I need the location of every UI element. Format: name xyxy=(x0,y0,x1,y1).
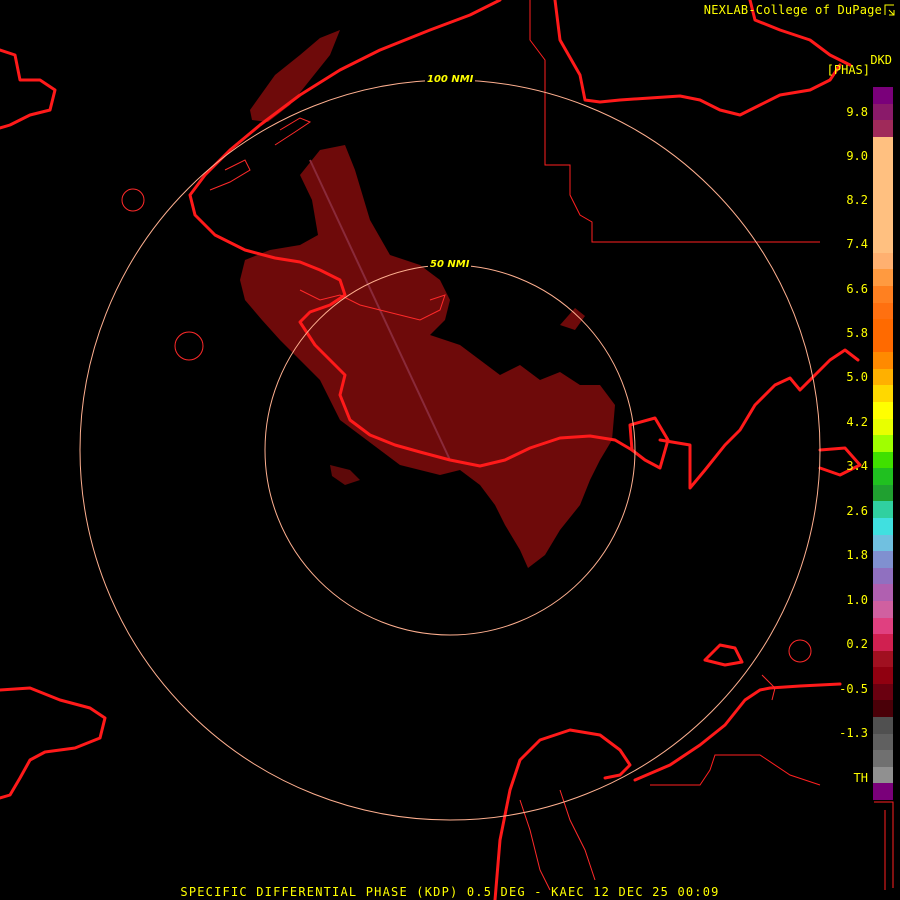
legend-tick: 1.0 xyxy=(846,593,868,607)
color-bar-swatch xyxy=(873,285,893,303)
color-bar-swatch xyxy=(873,435,893,452)
range-ring-50-label: 50 NMI xyxy=(428,259,472,270)
color-bar-swatch xyxy=(873,600,893,618)
legend-tick: -1.3 xyxy=(839,726,868,740)
color-bar-swatch xyxy=(873,269,893,286)
legend-tick: 4.2 xyxy=(846,415,868,429)
color-bar-swatch xyxy=(873,120,893,137)
credit-label: NEXLAB-College of DuPage xyxy=(703,3,882,17)
color-bar-swatch xyxy=(873,87,893,104)
legend-tick: 7.4 xyxy=(846,237,868,251)
legend-tick: 5.8 xyxy=(846,326,868,340)
legend-tick: 6.6 xyxy=(846,282,868,296)
color-bar-swatch xyxy=(873,418,893,436)
color-bar-swatch xyxy=(873,136,893,154)
color-bar-swatch xyxy=(873,335,893,353)
color-bar-swatch xyxy=(873,518,893,535)
product-caption: SPECIFIC DIFFERENTIAL PHASE (KDP) 0.5 DE… xyxy=(180,885,720,899)
color-bar-swatch xyxy=(873,634,893,651)
color-bar-swatch xyxy=(873,534,893,552)
color-bar-swatch xyxy=(873,584,893,601)
color-bar-swatch xyxy=(873,567,893,585)
legend-tick: 3.4 xyxy=(846,459,868,473)
color-bar-swatch xyxy=(873,236,893,253)
legend-tick: 9.8 xyxy=(846,105,868,119)
color-bar-swatch xyxy=(873,252,893,270)
color-bar-swatch xyxy=(873,219,893,237)
legend-tick: 5.0 xyxy=(846,370,868,384)
color-bar-swatch xyxy=(873,352,893,369)
color-bar-swatch xyxy=(873,617,893,635)
legend-tick: 1.8 xyxy=(846,548,868,562)
legend-tick: -0.5 xyxy=(839,682,868,696)
legend-tick: 8.2 xyxy=(846,193,868,207)
color-bar-swatch xyxy=(873,319,893,336)
color-bar-bracket xyxy=(874,801,894,888)
color-bar-swatch xyxy=(873,700,893,717)
color-bar-swatch xyxy=(873,203,893,220)
color-bar-swatch xyxy=(873,733,893,751)
color-bar-swatch xyxy=(873,186,893,204)
color-bar-swatch xyxy=(873,302,893,320)
color-bar-swatch xyxy=(873,766,893,784)
color-bar-swatch xyxy=(873,667,893,684)
product-code: DKD xyxy=(870,53,892,67)
color-bar-swatch xyxy=(873,650,893,668)
color-bar-swatch xyxy=(873,716,893,734)
legend-tick: 2.6 xyxy=(846,504,868,518)
color-bar-swatch xyxy=(873,468,893,485)
legend-tick: 0.2 xyxy=(846,637,868,651)
radar-map xyxy=(0,0,900,900)
color-bar-swatch xyxy=(873,551,893,568)
color-bar-swatch xyxy=(873,683,893,701)
color-bar-swatch xyxy=(873,169,893,187)
color-bar-swatch xyxy=(873,401,893,419)
color-bar-swatch xyxy=(873,103,893,121)
range-ring-100-label: 100 NMI xyxy=(425,74,476,85)
external-link-icon xyxy=(884,4,895,16)
color-bar-swatch xyxy=(873,368,893,386)
color-bar xyxy=(873,87,893,800)
color-bar-swatch xyxy=(873,750,893,767)
color-bar-swatch xyxy=(873,501,893,519)
color-bar-swatch xyxy=(873,484,893,502)
color-bar-swatch xyxy=(873,451,893,469)
color-bar-swatch xyxy=(873,385,893,402)
legend-tick: 9.0 xyxy=(846,149,868,163)
legend-tick: TH xyxy=(853,771,868,785)
color-bar-swatch xyxy=(873,783,893,800)
units-label: [PHAS] xyxy=(826,63,870,77)
color-bar-swatch xyxy=(873,153,893,170)
